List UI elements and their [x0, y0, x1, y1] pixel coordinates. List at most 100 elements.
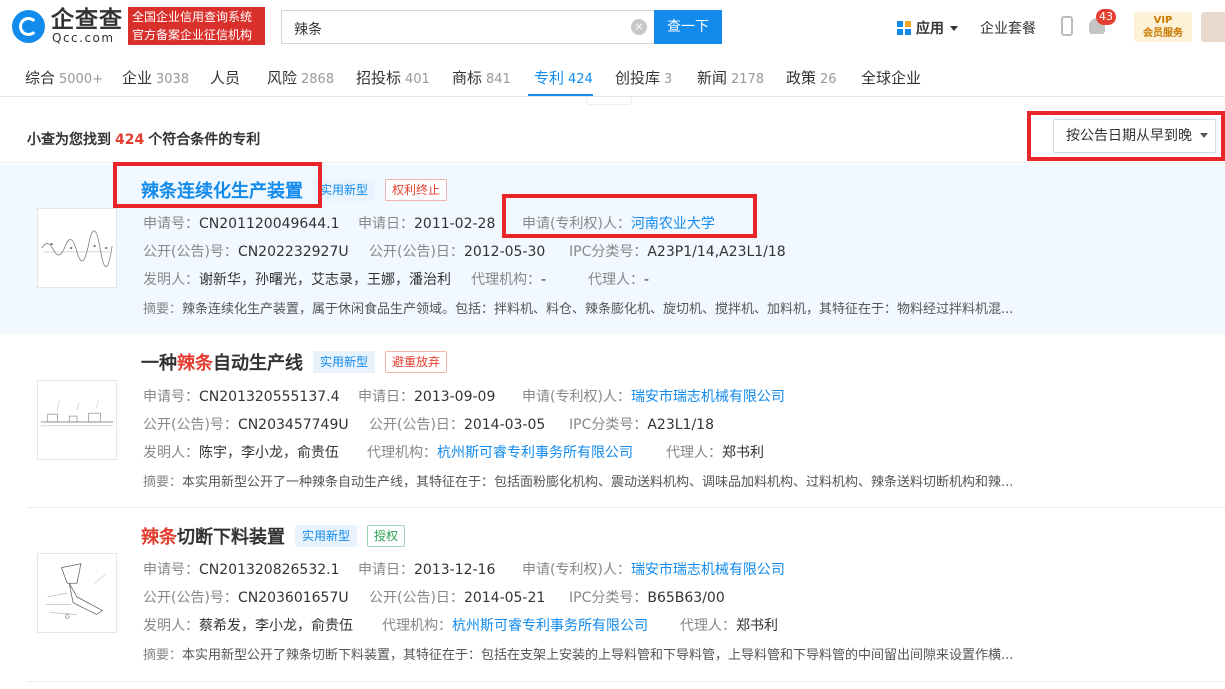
- apps-menu[interactable]: 应用: [897, 18, 958, 38]
- ipc-class: IPC分类号：A23P1/14,A23L1/18: [569, 241, 786, 261]
- patent-abstract: 摘要：本实用新型公开了辣条切断下料装置，其特征在于：包括在支架上安装的上导料管和…: [143, 644, 1088, 663]
- collapse-handle[interactable]: [586, 97, 632, 105]
- tab-label: 专利: [534, 69, 565, 87]
- title-keyword: 辣条: [141, 527, 177, 548]
- patent-drawing-thumbnail[interactable]: [37, 208, 117, 288]
- apps-label: 应用: [916, 21, 944, 37]
- field-label: 公开(公告)日：: [369, 417, 464, 433]
- inventors: 发明人：蔡希发，李小龙，俞贵伍: [143, 615, 353, 635]
- field-label: 代理人：: [588, 272, 644, 288]
- tab-trademark[interactable]: 商标 841: [452, 67, 511, 88]
- field-value: CN201320826532.1: [199, 562, 340, 578]
- field-value: CN203457749U: [237, 417, 349, 433]
- vip-label: VIP: [1153, 15, 1173, 26]
- patent-status-tag: 授权: [367, 525, 406, 547]
- annotation-box-title: [113, 162, 322, 208]
- patent-status-tag: 权利终止: [385, 179, 448, 201]
- tab-label: 招投标: [356, 69, 402, 87]
- logo-subtext: Qcc.com: [52, 31, 115, 45]
- field-value: CN201320555137.4: [199, 389, 340, 405]
- agency-link[interactable]: 杭州斯可睿专利事务所有限公司: [452, 618, 648, 634]
- tab-risk[interactable]: 风险 2868: [267, 67, 334, 88]
- mobile-phone-icon[interactable]: [1061, 16, 1073, 36]
- tab-bidding[interactable]: 招投标 401: [356, 67, 430, 88]
- tab-count: 2178: [731, 72, 765, 87]
- vip-service-button[interactable]: VIP 会员服务: [1134, 12, 1192, 42]
- application-date: 申请日：2011-02-28: [358, 213, 495, 233]
- tab-label: 综合: [25, 69, 56, 87]
- tab-label: 风险: [267, 69, 298, 87]
- field-label: 申请(专利权)人：: [522, 389, 631, 405]
- tab-label: 创投库: [615, 69, 661, 87]
- search-input[interactable]: 辣条: [281, 10, 655, 44]
- title-rest: 自动生产线: [213, 353, 303, 374]
- tab-people[interactable]: 人员: [210, 67, 244, 88]
- result-prefix: 小查为您找到: [27, 132, 111, 148]
- tab-label: 全球企业: [861, 69, 922, 87]
- tab-label: 人员: [210, 69, 241, 87]
- avatar[interactable]: [1201, 12, 1225, 42]
- agency: 代理机构：-: [471, 269, 546, 289]
- applicant-link[interactable]: 瑞安市瑞志机械有限公司: [631, 389, 785, 405]
- result-suffix: 个符合条件的专利: [148, 132, 261, 148]
- patent-title[interactable]: 辣条切断下料装置: [141, 523, 285, 549]
- tab-patents[interactable]: 专利 424: [534, 67, 593, 88]
- applicant: 申请(专利权)人：瑞安市瑞志机械有限公司: [522, 559, 785, 579]
- field-value: 郑书利: [722, 445, 764, 461]
- top-header: 企查查 Qcc.com 全国企业信用查询系统 官方备案企业征信机构 辣条 × 查…: [0, 0, 1225, 55]
- tab-label: 新闻: [697, 69, 728, 87]
- tab-policy[interactable]: 政策 26: [786, 67, 837, 88]
- tab-companies[interactable]: 企业 3038: [122, 67, 189, 88]
- publication-date: 公开(公告)日：2012-05-30: [369, 241, 545, 261]
- patent-status-tag: 避重放弃: [385, 351, 448, 373]
- patent-type-tag: 实用新型: [295, 525, 358, 547]
- publication-number: 公开(公告)号：CN203457749U: [143, 414, 349, 434]
- field-value: CN203601657U: [237, 590, 349, 606]
- patent-title-row: 一种辣条自动生产线 实用新型 避重放弃: [141, 349, 448, 375]
- tab-global[interactable]: 全球企业: [861, 67, 925, 88]
- patent-drawing-thumbnail[interactable]: [37, 380, 117, 460]
- logo-text[interactable]: 企查查: [51, 7, 123, 33]
- ipc-class: IPC分类号：A23L1/18: [569, 414, 714, 434]
- field-label: 申请日：: [358, 216, 414, 232]
- title-keyword: 辣条: [177, 353, 213, 374]
- field-label: 申请日：: [358, 389, 414, 405]
- field-label: 摘要：: [143, 475, 183, 490]
- field-label: 公开(公告)号：: [143, 244, 238, 260]
- patent-title[interactable]: 一种辣条自动生产线: [141, 349, 303, 375]
- search-button[interactable]: 查一下: [654, 10, 722, 44]
- tab-overview[interactable]: 综合 5000+: [25, 67, 103, 88]
- field-label: 公开(公告)号：: [143, 417, 238, 433]
- result-count-text: 小查为您找到 424 个符合条件的专利: [27, 129, 260, 149]
- field-label: IPC分类号：: [569, 244, 648, 260]
- tab-news[interactable]: 新闻 2178: [697, 67, 764, 88]
- title-prefix: 一种: [141, 353, 177, 374]
- enterprise-suite-link[interactable]: 企业套餐: [980, 18, 1036, 38]
- tab-label: 政策: [786, 69, 817, 87]
- publication-date: 公开(公告)日：2014-03-05: [369, 414, 545, 434]
- item-divider: [27, 681, 1225, 682]
- field-value: A23P1/14,A23L1/18: [647, 244, 786, 260]
- application-number: 申请号：CN201320826532.1: [143, 559, 340, 579]
- inventors: 发明人：谢新华，孙曙光，艾志录，王娜，潘治利: [143, 269, 451, 289]
- publication-date: 公开(公告)日：2014-05-21: [369, 587, 545, 607]
- field-value: 陈宇，李小龙，俞贵伍: [199, 445, 339, 461]
- clear-search-icon[interactable]: ×: [631, 19, 647, 35]
- field-label: 代理机构：: [382, 618, 452, 634]
- tab-count: 5000+: [59, 72, 103, 87]
- agency-link[interactable]: 杭州斯可睿专利事务所有限公司: [437, 445, 633, 461]
- patent-item: 一种辣条自动生产线 实用新型 避重放弃 申请号：CN201320555137.4…: [0, 334, 1225, 506]
- inventors: 发明人：陈宇，李小龙，俞贵伍: [143, 442, 339, 462]
- field-label: 发明人：: [143, 272, 199, 288]
- field-label: 申请(专利权)人：: [522, 562, 631, 578]
- applicant-link[interactable]: 瑞安市瑞志机械有限公司: [631, 562, 785, 578]
- tab-venture[interactable]: 创投库 3: [615, 67, 672, 88]
- badge-line-1: 全国企业信用查询系统: [132, 10, 253, 24]
- qcc-logo-icon[interactable]: [12, 10, 45, 43]
- field-label: 发明人：: [143, 618, 199, 634]
- field-label: IPC分类号：: [569, 417, 648, 433]
- application-date: 申请日：2013-09-09: [358, 386, 495, 406]
- vip-sublabel: 会员服务: [1143, 28, 1183, 39]
- field-value: 蔡希发，李小龙，俞贵伍: [199, 618, 353, 634]
- patent-drawing-thumbnail[interactable]: [37, 553, 117, 633]
